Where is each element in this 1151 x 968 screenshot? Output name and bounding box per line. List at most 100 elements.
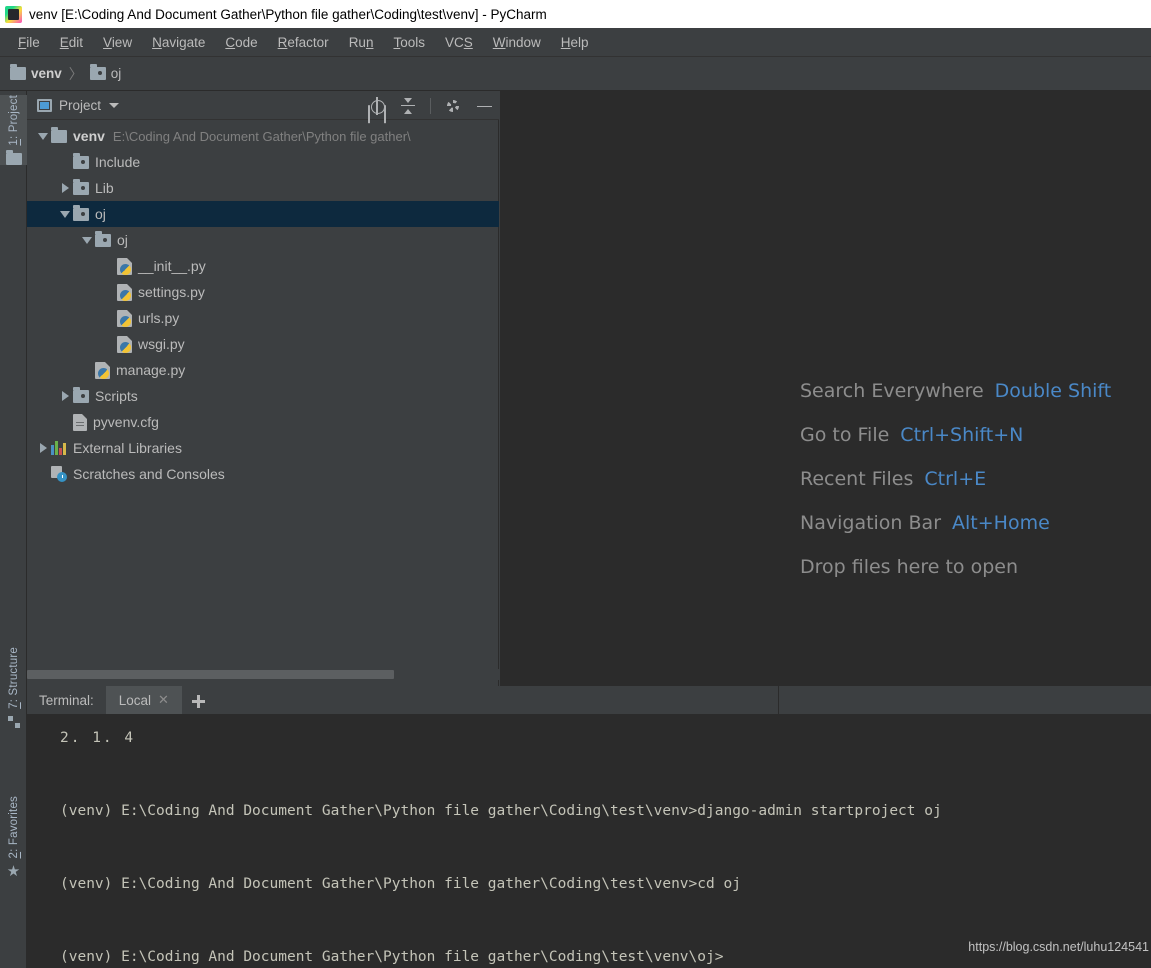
sidebar-item-project[interactable]: 1: Project [0,95,27,165]
menu-item-refactor[interactable]: Refactor [268,33,339,52]
terminal-tab-bar: Terminal: Local ✕ [27,686,1151,715]
toolbar-divider [430,97,431,114]
tree-row[interactable]: oj [27,227,499,253]
tree-row-label: External Libraries [73,440,182,456]
tree-row[interactable]: settings.py [27,279,499,305]
pycharm-logo-icon [5,5,22,23]
project-tree[interactable]: venv E:\Coding And Document Gather\Python… [27,120,499,668]
tree-row-label: Include [95,154,141,170]
menu-item-run[interactable]: Run [339,33,384,52]
project-panel-title: Project [59,97,102,113]
tree-row[interactable]: Scratches and Consoles [27,461,499,487]
folder-open-icon [95,230,111,247]
menu-mnemonic: V [103,34,112,50]
tree-row[interactable]: urls.py [27,305,499,331]
structure-icon [6,714,22,730]
chevron-down-icon[interactable] [109,102,120,108]
tree-row-label: oj [117,232,128,248]
chevron-down-icon[interactable] [35,123,51,149]
close-icon[interactable]: ✕ [158,692,169,708]
title-bar: venv [E:\Coding And Document Gather\Pyth… [0,0,1151,28]
tree-row-label: manage.py [116,362,186,378]
menu-mnemonic: H [560,34,571,50]
tree-row-label: Scripts [95,388,138,404]
project-panel-toolbar [368,91,493,120]
chevron-down-icon[interactable] [79,227,95,253]
tree-row[interactable]: Scripts [27,383,499,409]
tree-arrow-spacer [101,253,117,279]
terminal-tabbar-filler [214,686,1151,714]
menu-item-file[interactable]: File [8,33,50,52]
tree-arrow-spacer [57,149,73,175]
breadcrumb-label: oj [110,66,122,81]
project-panel-header: Project [27,91,499,120]
breadcrumb-separator-icon: 〉 [68,65,83,82]
menu-item-edit[interactable]: Edit [50,33,93,52]
menu-item-code[interactable]: Code [215,33,267,52]
tree-row[interactable]: Lib [27,175,499,201]
plus-icon[interactable] [182,686,214,714]
menu-item-tools[interactable]: Tools [383,33,435,52]
tree-row[interactable]: __init__.py [27,253,499,279]
menu-item-help[interactable]: Help [551,33,599,52]
collapse-all-icon[interactable] [399,97,417,115]
project-horizontal-scrollbar[interactable] [27,669,499,680]
chevron-right-icon[interactable] [57,175,73,201]
menu-mnemonic: F [18,34,27,50]
folder-icon [51,126,67,143]
folder-open-icon [89,64,106,80]
terminal-output[interactable]: 2. 1. 4 (venv) E:\Coding And Document Ga… [27,715,1151,968]
tree-row[interactable]: pyvenv.cfg [27,409,499,435]
editor-empty-area: Search Everywhere Double Shift Go to File C… [500,91,1151,686]
tree-row[interactable]: manage.py [27,357,499,383]
project-folder-icon [5,149,22,165]
tree-row[interactable]: wsgi.py [27,331,499,357]
breadcrumb-item-oj[interactable]: oj [89,64,122,81]
terminal-tab-label: Local [118,692,152,708]
menu-mnemonic: n [365,34,374,50]
menu-item-view[interactable]: View [93,33,142,52]
editor-shortcut-hints: Search Everywhere Double Shift Go to File C… [800,380,1111,578]
tree-row[interactable]: venv E:\Coding And Document Gather\Python… [27,123,499,149]
scrollbar-thumb[interactable] [27,670,394,679]
sidebar-item-structure[interactable]: 7: Structure [0,647,27,730]
shortcut-hint-label: Search Everywhere [800,380,984,402]
project-tool-window: Project venv E:\Coding And Document Gathe… [27,91,499,686]
tree-row-label: venv [73,128,105,144]
project-window-icon [37,98,52,112]
breadcrumb-label: venv [31,66,62,81]
menu-item-navigate[interactable]: Navigate [142,33,215,52]
star-icon: ★ [6,862,21,880]
sidebar-item-label: 7: Structure [7,647,20,709]
tree-row[interactable]: Include [27,149,499,175]
gear-icon[interactable] [444,97,462,115]
terminal-line: 2. 1. 4 [60,730,136,746]
menu-bar: File Edit View Navigate Code Refactor Run Tools… [0,28,1151,57]
breadcrumb-item-venv[interactable]: venv [10,64,62,81]
menu-item-window[interactable]: Window [483,33,551,52]
tree-row-label: oj [95,206,106,222]
tree-row-label: wsgi.py [138,336,185,352]
python-file-icon [117,283,132,301]
hide-icon[interactable] [475,97,493,115]
menu-item-vcs[interactable]: VCS [435,33,483,52]
locate-icon[interactable] [368,96,386,115]
tree-row[interactable]: External Libraries [27,435,499,461]
menu-mnemonic: E [59,34,69,50]
terminal-tool-window: Terminal: Local ✕ 2. 1. 4 (venv) E:\Codi… [27,686,1151,968]
python-file-icon [117,309,132,327]
shortcut-hint-row: Search Everywhere Double Shift [800,380,1111,402]
chevron-down-icon[interactable] [57,201,73,227]
shortcut-hint-row: Recent Files Ctrl+E [800,468,1111,490]
sidebar-item-label: 2: Favorites [7,796,20,859]
chevron-right-icon[interactable] [57,383,73,409]
terminal-tab-local[interactable]: Local ✕ [105,686,182,714]
tree-row-path: E:\Coding And Document Gather\Python fil… [112,128,411,144]
shortcut-hint-keys: Alt+Home [952,512,1050,534]
external-libraries-icon [51,441,67,455]
breadcrumb: venv 〉 oj [0,57,1151,91]
sidebar-item-favorites[interactable]: 2: Favorites ★ [0,796,27,880]
tree-row[interactable]: oj [27,201,499,227]
chevron-right-icon[interactable] [35,435,51,461]
menu-mnemonic: S [463,34,473,50]
